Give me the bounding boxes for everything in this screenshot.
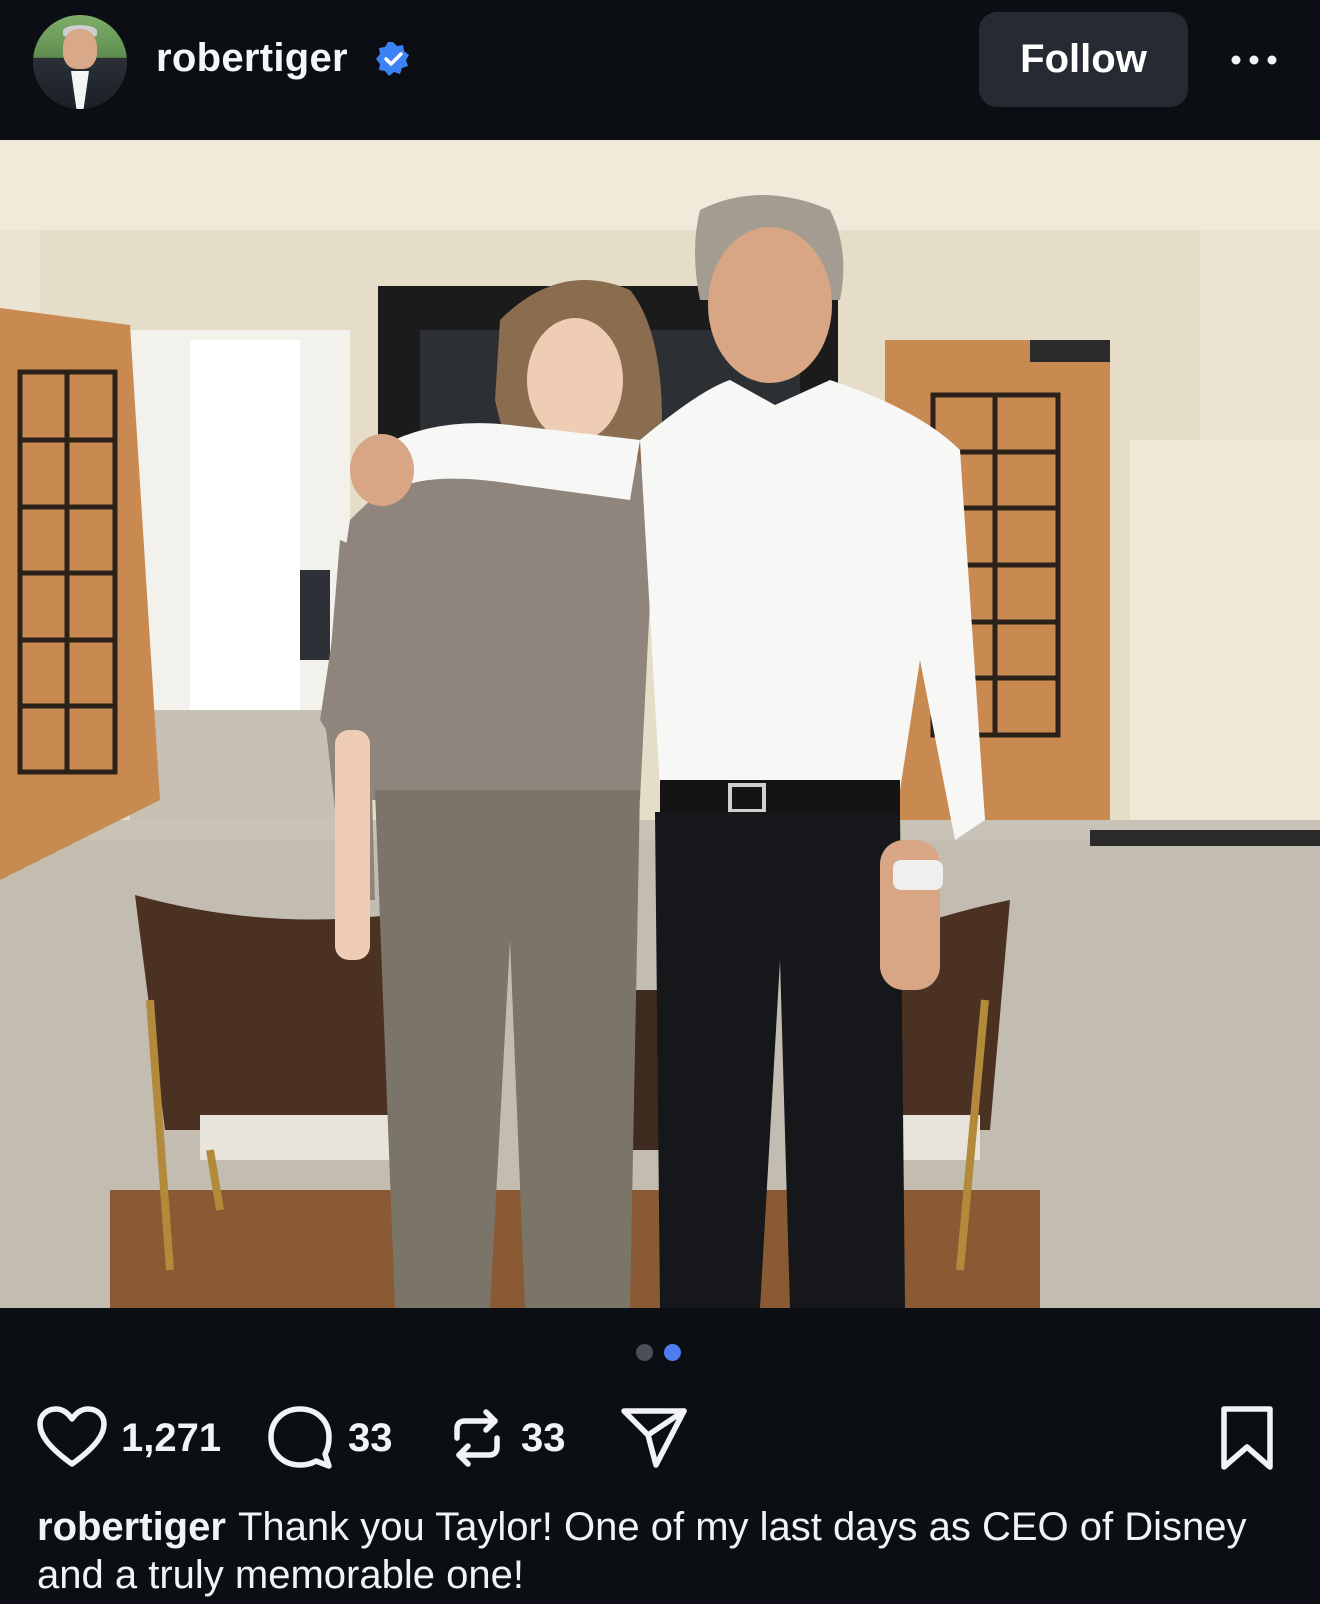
repost-count: 33 <box>521 1415 566 1460</box>
carousel-dot-2-active[interactable] <box>664 1344 681 1361</box>
profile-avatar[interactable] <box>33 15 127 109</box>
action-bar: 1,271 33 33 <box>0 1398 1320 1478</box>
comment-count: 33 <box>348 1415 393 1460</box>
caption-username[interactable]: robertiger <box>37 1505 226 1549</box>
post-header: robertiger Follow <box>0 0 1320 140</box>
verified-badge-icon <box>376 42 409 76</box>
username-link[interactable]: robertiger <box>156 36 348 81</box>
avatar-face <box>63 29 97 69</box>
carousel-indicator <box>636 1344 696 1362</box>
like-count: 1,271 <box>121 1415 222 1460</box>
bookmark-action[interactable] <box>1218 1398 1276 1478</box>
post-photo-illustration <box>0 140 1320 1308</box>
avatar-collar <box>71 71 89 109</box>
repost-action[interactable]: 33 <box>447 1398 566 1478</box>
post-image[interactable] <box>0 140 1320 1308</box>
bookmark-icon[interactable] <box>1218 1405 1276 1471</box>
more-options-icon[interactable] <box>1228 42 1280 78</box>
like-action[interactable]: 1,271 <box>37 1398 221 1478</box>
comment-icon[interactable] <box>266 1404 334 1472</box>
comment-action[interactable]: 33 <box>266 1398 393 1478</box>
follow-button[interactable]: Follow <box>979 12 1188 107</box>
share-icon[interactable] <box>620 1405 690 1471</box>
carousel-dot-1[interactable] <box>636 1344 653 1361</box>
post-caption: robertiger Thank you Taylor! One of my la… <box>37 1503 1287 1599</box>
heart-icon[interactable] <box>37 1406 107 1470</box>
share-action[interactable] <box>620 1398 690 1478</box>
repost-icon[interactable] <box>447 1403 507 1473</box>
